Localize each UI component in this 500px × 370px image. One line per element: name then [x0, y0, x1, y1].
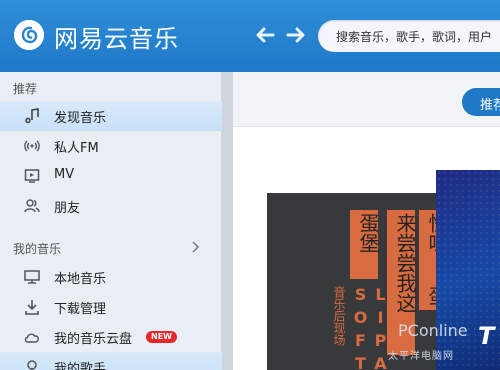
sidebar-item-discover[interactable]: 发现音乐 — [0, 101, 222, 131]
app-window: 网易云音乐 搜索音乐，歌手，歌词，用户 推荐 发现音乐 私人FM MV 朋友 我… — [0, 0, 500, 370]
sidebar-item-fm[interactable]: 私人FM — [0, 131, 222, 161]
back-arrow-icon[interactable] — [253, 23, 277, 47]
tab-recommend[interactable]: 推荐 — [462, 88, 500, 116]
sidebar-item-label: 朋友 — [54, 201, 81, 216]
album-corner-letter: T — [478, 322, 495, 350]
main-tab-bar — [233, 72, 500, 127]
search-input[interactable]: 搜索音乐，歌手，歌词，用户 — [318, 20, 500, 52]
sidebar-item-label: 我的歌手 — [54, 362, 107, 370]
album-title-mid: 来尝尝我这 — [393, 213, 417, 313]
sidebar-item-friends[interactable]: 朋友 — [0, 191, 222, 221]
monitor-icon — [24, 269, 40, 285]
forward-arrow-icon[interactable] — [284, 23, 308, 47]
sidebar-section-my-music: 我的音乐 — [13, 242, 62, 256]
cloud-icon — [24, 329, 40, 345]
watermark-sub: 太平洋电脑网 — [388, 351, 454, 362]
sidebar-item-label: 我的音乐云盘 — [54, 332, 133, 347]
new-badge: NEW — [146, 331, 177, 343]
sidebar-item-label: 下载管理 — [54, 302, 107, 317]
album-letters-soft: SOFT — [351, 285, 370, 370]
sidebar-item-downloads[interactable]: 下载管理 — [0, 292, 222, 322]
sidebar-item-label: MV — [54, 167, 75, 182]
album-subtitle: 音乐后现场 — [332, 286, 346, 346]
sidebar-item-my-singers[interactable]: 我的歌手 — [0, 352, 222, 370]
sidebar-item-mv[interactable]: MV — [0, 161, 222, 191]
sidebar-item-cloud-drive[interactable]: 我的音乐云盘 NEW — [0, 322, 222, 352]
app-title: 网易云音乐 — [54, 25, 179, 53]
sidebar-item-label: 本地音乐 — [54, 272, 107, 287]
watermark-brand: PConline — [398, 321, 468, 340]
friends-icon — [24, 198, 40, 214]
sidebar-section-recommend: 推荐 — [13, 82, 38, 96]
download-icon — [24, 299, 40, 315]
search-placeholder: 搜索音乐，歌手，歌词，用户 — [336, 30, 493, 44]
video-icon — [24, 168, 40, 184]
sidebar-scrollbar[interactable] — [222, 72, 233, 370]
album-cover-danbao[interactable]: 蛋堡 来尝尝我这 怪味 蛋 音乐后现场 SOFT LIPA — [267, 193, 449, 370]
title-bar: 网易云音乐 搜索音乐，歌手，歌词，用户 — [0, 0, 500, 72]
music-note-icon — [24, 108, 40, 124]
chevron-right-icon[interactable] — [190, 239, 200, 253]
sidebar-item-local-music[interactable]: 本地音乐 — [0, 262, 222, 292]
radio-icon — [24, 138, 40, 154]
singer-icon — [24, 359, 40, 370]
sidebar-item-label: 私人FM — [54, 141, 99, 156]
netease-music-logo — [14, 20, 44, 50]
sidebar-item-label: 发现音乐 — [54, 111, 107, 126]
album-title-left: 蛋堡 — [356, 213, 380, 253]
